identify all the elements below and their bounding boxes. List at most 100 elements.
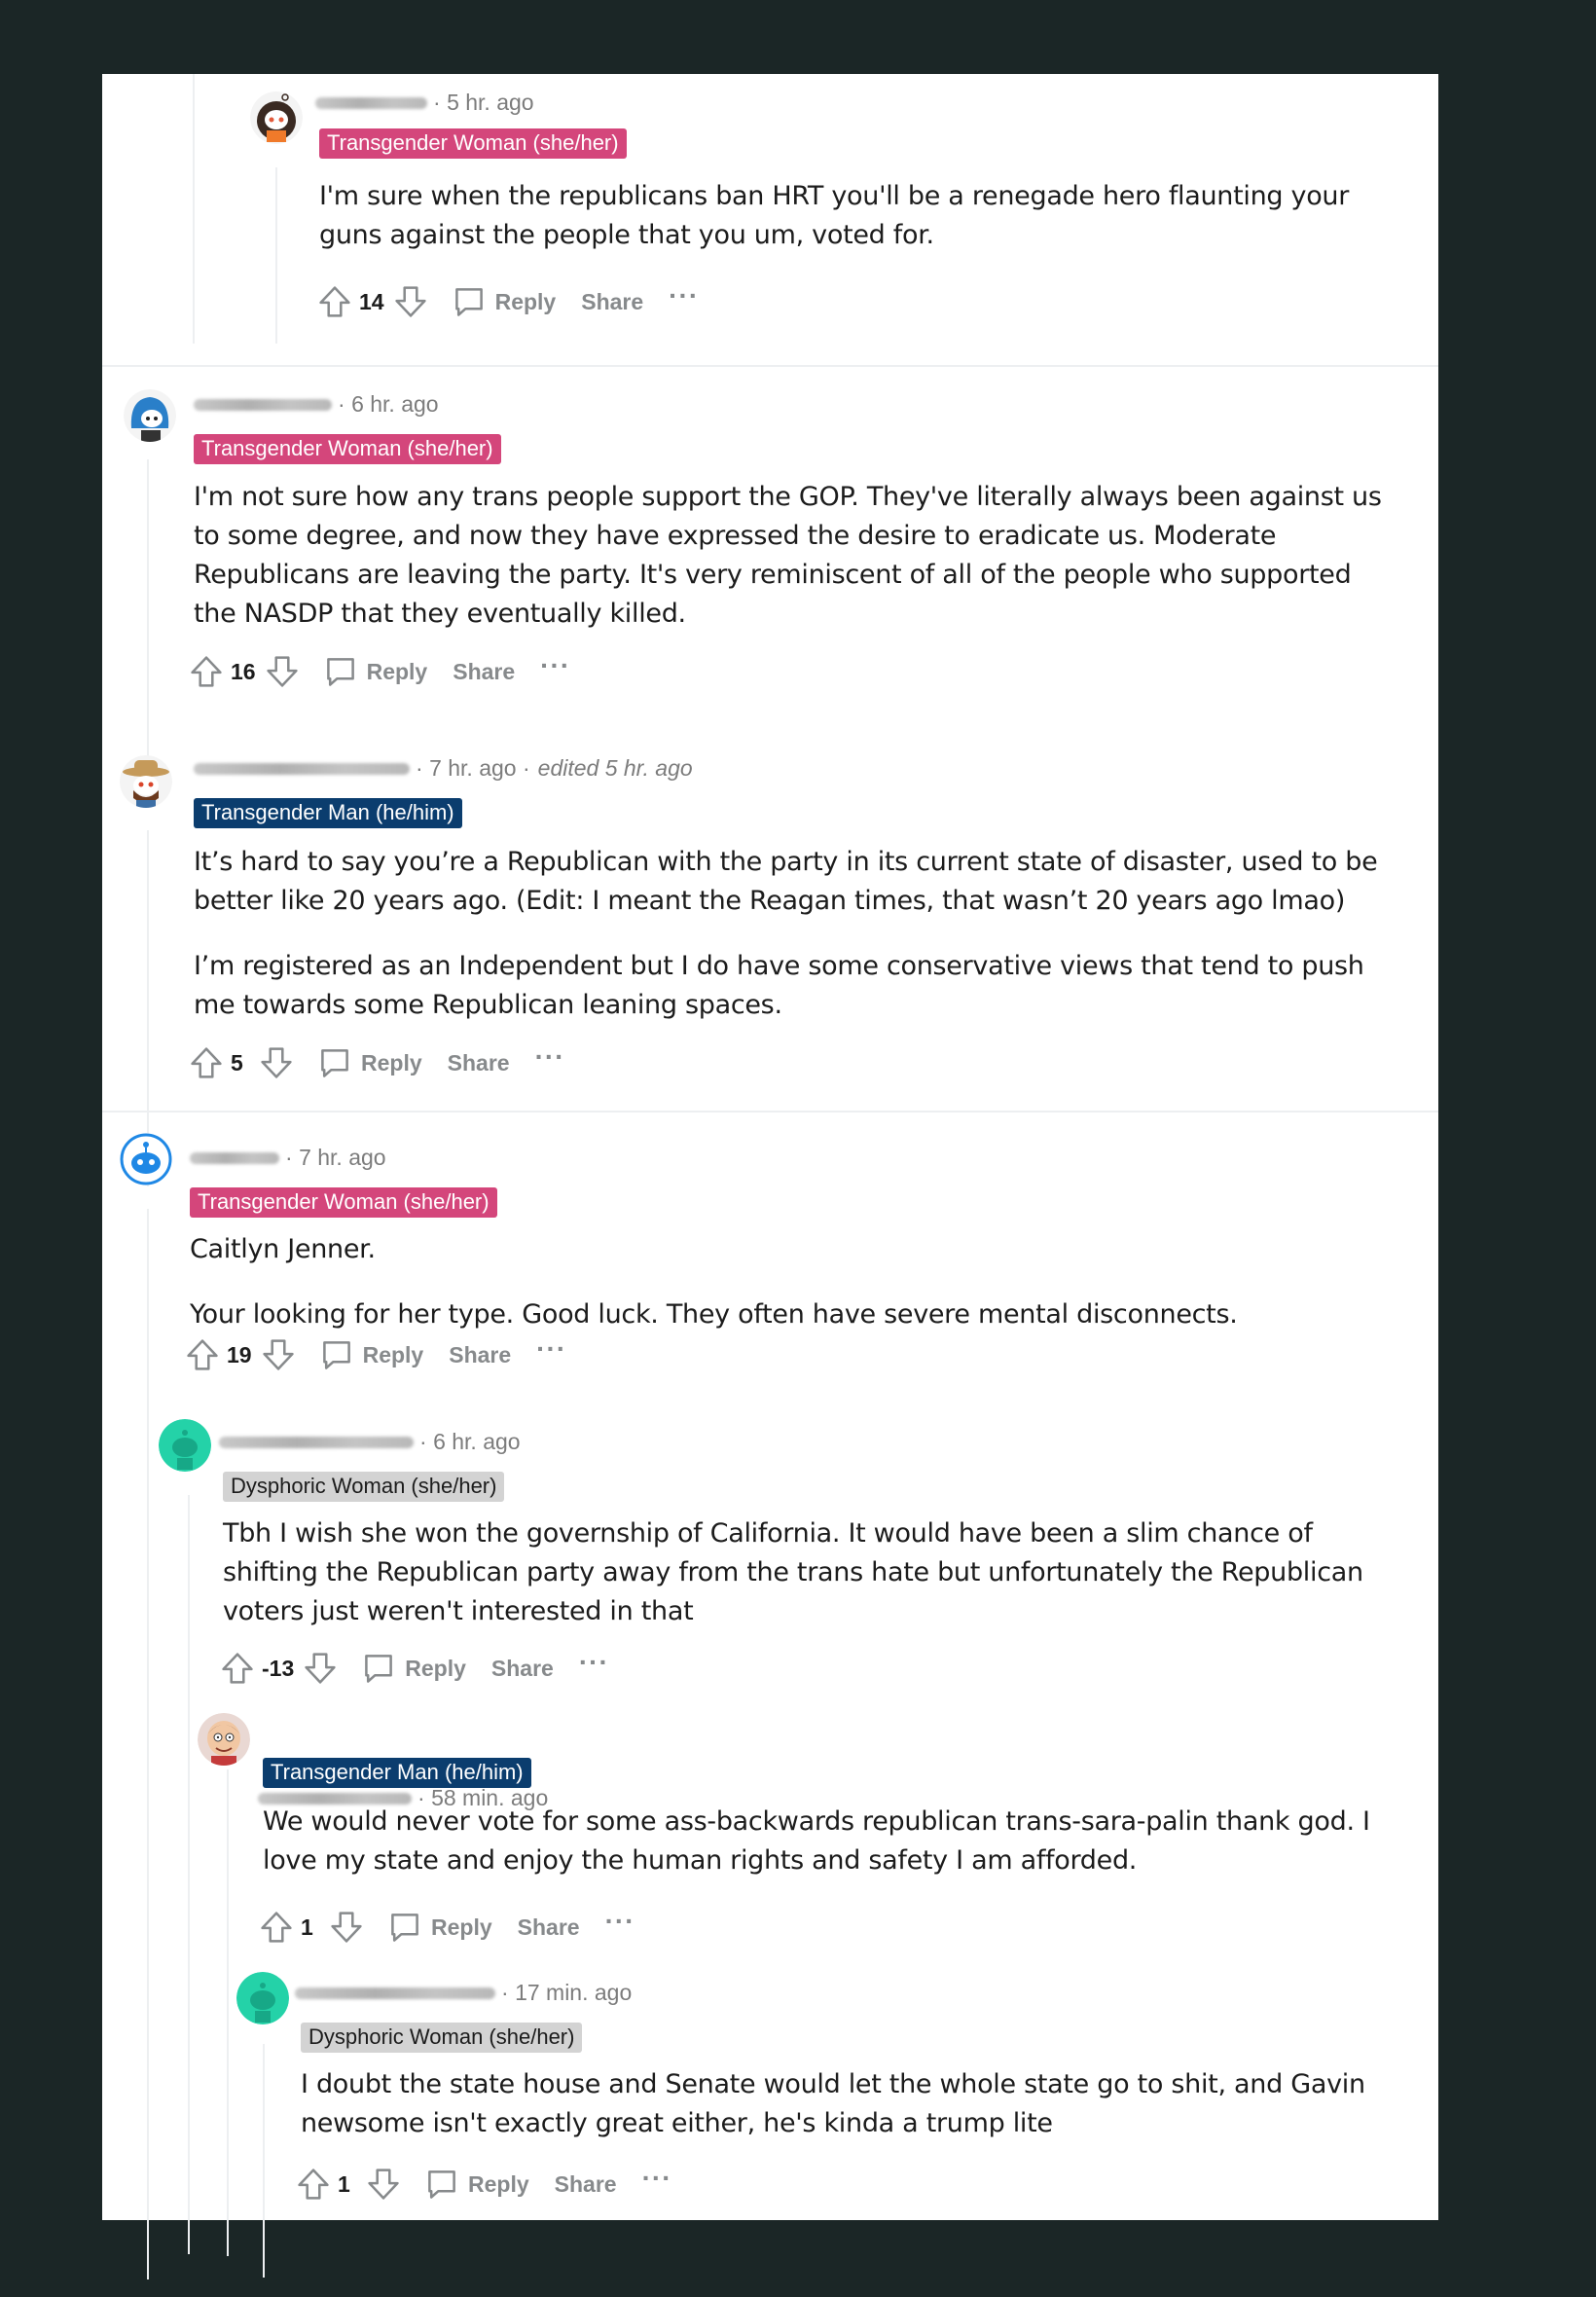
avatar[interactable] [159, 1419, 211, 1472]
avatar[interactable] [124, 389, 176, 442]
comment-body: Tbh I wish she won the governship of Cal… [223, 1514, 1371, 1631]
timestamp: 5 hr. ago [447, 90, 534, 115]
comment-actions: 1 Reply Share ··· [295, 2163, 672, 2204]
downvote-icon[interactable] [302, 1649, 339, 1688]
username-redacted[interactable] [194, 762, 410, 775]
more-options-button[interactable]: ··· [536, 1333, 566, 1365]
comment-bubble-icon [423, 2165, 460, 2204]
snoo-default-blue-avatar-icon [120, 1133, 172, 1185]
downvote-icon[interactable] [365, 2165, 402, 2204]
thread-line[interactable] [275, 167, 277, 344]
share-button[interactable]: Share [555, 2171, 617, 2198]
downvote-icon[interactable] [392, 282, 429, 321]
avatar[interactable] [120, 1133, 172, 1185]
thread-line[interactable] [147, 1209, 149, 2279]
comment-paragraph: I'm not sure how any trans people suppor… [194, 482, 1382, 629]
downvote-icon[interactable] [328, 1908, 365, 1947]
reply-button[interactable]: Reply [379, 1908, 492, 1947]
reply-button[interactable]: Reply [352, 1649, 466, 1688]
comment-actions: 14 Reply Share ··· [316, 280, 699, 321]
comment-actions: 16 Reply Share ··· [188, 650, 570, 691]
share-button[interactable]: Share [453, 659, 515, 685]
username-redacted[interactable] [190, 1151, 279, 1164]
thread-line[interactable] [227, 1769, 229, 2256]
more-options-button[interactable]: ··· [605, 1906, 635, 1937]
timestamp: 7 hr. ago [299, 1145, 386, 1170]
share-button[interactable]: Share [448, 1050, 510, 1076]
comment-meta: · 17 min. ago [295, 1980, 632, 2006]
username-redacted[interactable] [219, 1436, 414, 1448]
comment-meta: · 6 hr. ago [194, 391, 439, 418]
user-flair: Transgender Woman (she/her) [194, 434, 501, 464]
username-redacted[interactable] [295, 1987, 495, 1999]
comment-bubble-icon [322, 652, 359, 691]
upvote-icon[interactable] [295, 2165, 332, 2204]
upvote-icon[interactable] [316, 282, 353, 321]
more-options-button[interactable]: ··· [540, 650, 570, 681]
comment-meta: · 7 hr. ago · edited 5 hr. ago [194, 755, 693, 782]
thread-line[interactable] [263, 2044, 265, 2278]
user-flair: Transgender Man (he/him) [194, 798, 462, 828]
reply-button[interactable]: Reply [314, 652, 427, 691]
comment-body: We would never vote for some ass-backwar… [263, 1803, 1392, 1880]
upvote-icon[interactable] [184, 1335, 221, 1374]
snoo-curly-hair-avatar-icon [250, 91, 303, 144]
avatar[interactable] [120, 755, 172, 808]
comment-actions: 5 Reply Share ··· [188, 1041, 565, 1082]
upvote-icon[interactable] [219, 1649, 256, 1688]
comment-actions: -13 Reply Share ··· [219, 1647, 609, 1688]
more-options-button[interactable]: ··· [642, 2163, 672, 2194]
vote-score: 14 [359, 288, 384, 314]
comments-panel: · 5 hr. ago Transgender Woman (she/her) … [102, 74, 1438, 2279]
vote-score: -13 [262, 1655, 295, 1681]
thread-line[interactable] [147, 459, 149, 759]
snoo-teal-avatar-icon [159, 1419, 211, 1472]
timestamp: 6 hr. ago [433, 1429, 521, 1454]
downvote-icon[interactable] [258, 1043, 295, 1082]
user-flair: Transgender Woman (she/her) [190, 1187, 497, 1218]
comment-bubble-icon [386, 1908, 423, 1947]
share-button[interactable]: Share [491, 1656, 554, 1682]
timestamp: 6 hr. ago [351, 391, 439, 417]
share-button[interactable]: Share [581, 289, 643, 315]
avatar[interactable] [198, 1713, 250, 1766]
comment-body: It’s hard to say you’re a Republican wit… [194, 843, 1400, 1025]
reply-button[interactable]: Reply [310, 1335, 423, 1374]
separator [102, 1111, 1438, 1112]
reply-button[interactable]: Reply [308, 1043, 422, 1082]
separator [102, 365, 1438, 367]
comment-actions: 19 Reply Share ··· [184, 1333, 566, 1374]
comment-paragraph: I'm sure when the republicans ban HRT yo… [319, 181, 1350, 250]
downvote-icon[interactable] [260, 1335, 297, 1374]
reply-button[interactable]: Reply [443, 282, 556, 321]
user-flair: Dysphoric Woman (she/her) [301, 2023, 583, 2053]
comment-body: I doubt the state house and Senate would… [301, 2065, 1391, 2143]
comment-paragraph: I doubt the state house and Senate would… [301, 2069, 1365, 2138]
more-options-button[interactable]: ··· [669, 280, 699, 311]
upvote-icon[interactable] [188, 652, 225, 691]
more-options-button[interactable]: ··· [535, 1041, 565, 1073]
comment-bubble-icon [316, 1043, 353, 1082]
avatar[interactable] [236, 1972, 289, 2024]
more-options-button[interactable]: ··· [579, 1647, 609, 1678]
upvote-icon[interactable] [188, 1043, 225, 1082]
username-redacted[interactable] [315, 96, 427, 109]
comment-body: I'm not sure how any trans people suppor… [194, 478, 1391, 634]
downvote-icon[interactable] [264, 652, 301, 691]
share-button[interactable]: Share [449, 1342, 511, 1368]
upvote-icon[interactable] [258, 1908, 295, 1947]
avatar[interactable] [250, 91, 303, 144]
comment-meta: · 5 hr. ago [315, 90, 534, 116]
comment-paragraph: Your looking for her type. Good luck. Th… [190, 1299, 1238, 1330]
vote-score: 19 [227, 1341, 252, 1367]
reply-button[interactable]: Reply [416, 2165, 529, 2204]
comment-paragraph: Caitlyn Jenner. [190, 1234, 376, 1264]
comment-body: Caitlyn Jenner. Your looking for her typ… [190, 1230, 1396, 1334]
share-button[interactable]: Share [518, 1914, 580, 1941]
snoo-cowboy-hat-avatar-icon [120, 755, 172, 808]
thread-line[interactable] [188, 1495, 190, 2254]
vote-score: 16 [231, 658, 256, 684]
username-redacted[interactable] [194, 398, 332, 411]
thread-line[interactable] [193, 74, 195, 344]
comment-body: I'm sure when the republicans ban HRT yo… [319, 177, 1419, 255]
